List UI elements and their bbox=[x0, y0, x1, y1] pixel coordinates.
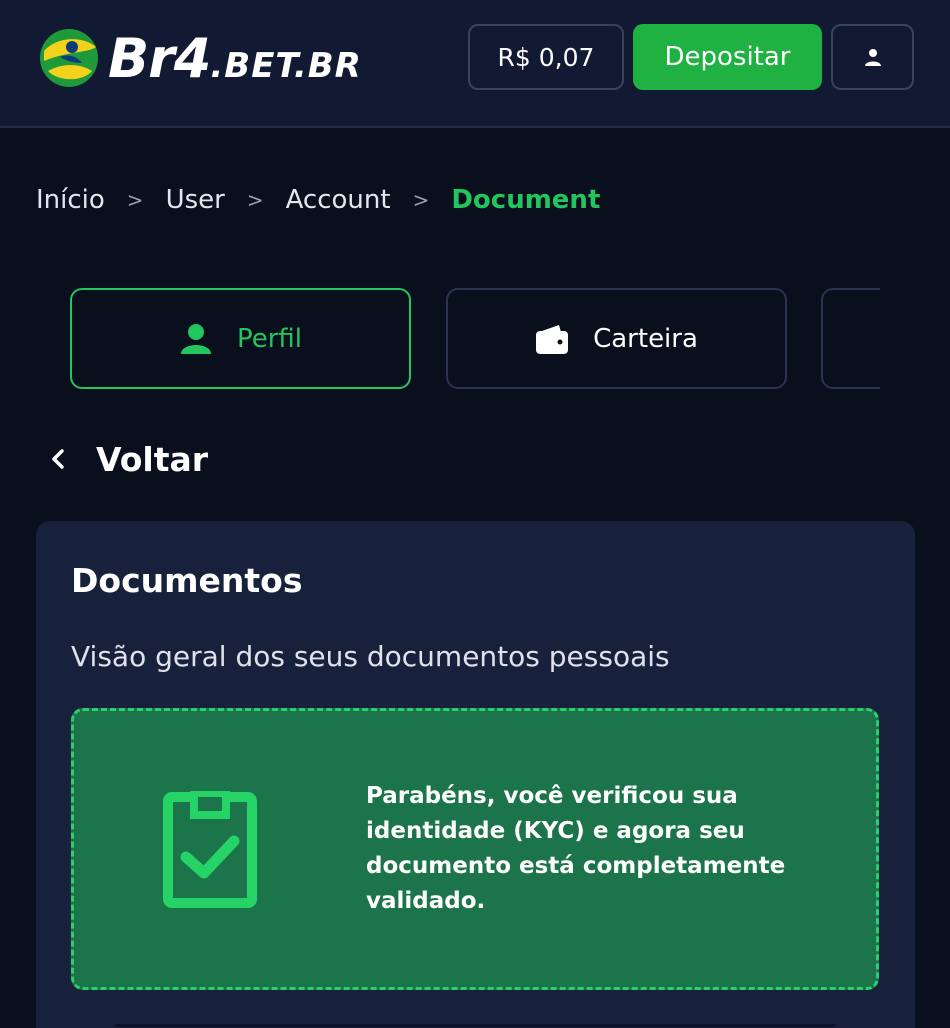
breadcrumb-item-user[interactable]: User bbox=[166, 185, 225, 215]
breadcrumb-separator: > bbox=[126, 188, 144, 212]
documents-title: Documentos bbox=[71, 561, 303, 600]
tab-perfil[interactable]: Perfil bbox=[70, 288, 411, 389]
deposit-label: Depositar bbox=[664, 42, 791, 72]
tab-perfil-label: Perfil bbox=[236, 323, 303, 354]
deposit-button[interactable]: Depositar bbox=[633, 24, 822, 90]
site-logo[interactable]: Br4.BET.BR bbox=[38, 26, 362, 90]
chevron-left-icon bbox=[52, 449, 64, 469]
logo-text-main: Br4 bbox=[108, 26, 211, 90]
divider bbox=[115, 1024, 835, 1027]
logo-text-domain: .BET.BR bbox=[210, 45, 362, 86]
back-button[interactable]: Voltar bbox=[44, 436, 208, 482]
breadcrumb-current: Document bbox=[451, 185, 601, 215]
tab-carteira-label: Carteira bbox=[593, 323, 698, 354]
kyc-status-box: Parabéns, você verificou sua identidade … bbox=[71, 708, 879, 990]
user-menu-button[interactable] bbox=[831, 24, 914, 90]
logo-text: Br4.BET.BR bbox=[108, 27, 362, 90]
header: Br4.BET.BR R$ 0,07 Depositar bbox=[0, 0, 950, 128]
back-label: Voltar bbox=[96, 439, 209, 479]
breadcrumb-item-account[interactable]: Account bbox=[286, 185, 391, 215]
balance-button[interactable]: R$ 0,07 bbox=[468, 24, 624, 90]
user-icon bbox=[179, 322, 213, 356]
balance-value: R$ 0,07 bbox=[497, 42, 595, 72]
tab-overflow-mask bbox=[880, 280, 950, 400]
user-icon bbox=[864, 49, 881, 66]
documents-subtitle: Visão geral dos seus documentos pessoais bbox=[71, 640, 670, 673]
documents-card: Documentos Visão geral dos seus document… bbox=[36, 521, 915, 1028]
clipboard-check-icon bbox=[163, 791, 257, 908]
breadcrumb-separator: > bbox=[246, 188, 264, 212]
breadcrumb-separator: > bbox=[412, 188, 430, 212]
logo-ball-icon bbox=[40, 29, 98, 87]
wallet-icon bbox=[535, 322, 569, 356]
breadcrumb: Início > User > Account > Document bbox=[36, 178, 600, 222]
tab-carteira[interactable]: Carteira bbox=[446, 288, 787, 389]
page: Br4.BET.BR R$ 0,07 Depositar Início > Us… bbox=[0, 0, 950, 1028]
kyc-message: Parabéns, você verificou sua identidade … bbox=[366, 783, 786, 914]
breadcrumb-item-inicio[interactable]: Início bbox=[36, 185, 105, 215]
